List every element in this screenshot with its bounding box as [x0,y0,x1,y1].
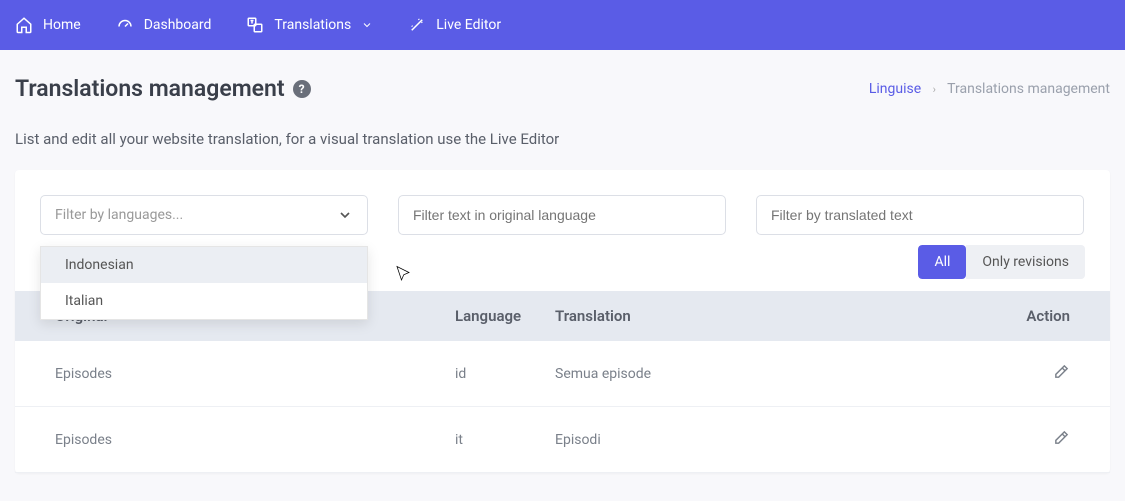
dropdown-item-indonesian[interactable]: Indonesian [41,247,367,283]
nav-home-label: Home [43,17,81,33]
toggle-only-revisions[interactable]: Only revisions [966,245,1085,279]
table-row: Episodes it Episodi [15,407,1110,473]
filter-card: Filter by languages... Indonesian Italia… [15,170,1110,473]
breadcrumb-link[interactable]: Linguise [869,81,921,97]
col-translation: Translation [555,291,975,341]
cell-original: Episodes [15,341,455,407]
edit-icon[interactable] [1053,429,1070,446]
help-icon[interactable]: ? [293,80,311,98]
breadcrumb-sep: › [933,83,936,96]
nav-dashboard[interactable]: Dashboard [116,16,212,34]
cell-original: Episodes [15,407,455,473]
col-language: Language [455,291,555,341]
language-filter-select[interactable]: Filter by languages... [40,195,368,235]
language-dropdown: Indonesian Italian [40,246,368,320]
translate-icon [246,16,264,34]
nav-translations[interactable]: Translations [246,16,373,34]
home-icon [15,16,33,34]
edit-icon[interactable] [1053,363,1070,380]
original-text-filter-input[interactable] [398,195,726,235]
language-filter-placeholder: Filter by languages... [55,207,183,223]
page-subtitle: List and edit all your website translati… [15,130,1110,148]
nav-live-editor-label: Live Editor [436,17,501,33]
gauge-icon [116,16,134,34]
top-navbar: Home Dashboard Translations Live Editor [0,0,1125,50]
nav-translations-label: Translations [274,17,351,33]
breadcrumb-current: Translations management [947,81,1110,97]
cell-language: it [455,407,555,473]
nav-home[interactable]: Home [15,16,81,34]
nav-live-editor[interactable]: Live Editor [408,16,501,34]
translated-text-filter-input[interactable] [756,195,1084,235]
page-title: Translations management [15,75,285,102]
revision-toggle: All Only revisions [918,245,1085,279]
col-action: Action [975,291,1110,341]
chevron-down-icon [361,19,373,31]
chevron-down-icon [337,207,353,223]
table-row: Episodes id Semua episode [15,341,1110,407]
dropdown-item-italian[interactable]: Italian [41,283,367,319]
cell-translation: Semua episode [555,341,975,407]
cell-translation: Episodi [555,407,975,473]
toggle-all[interactable]: All [918,245,966,279]
wand-icon [408,16,426,34]
cell-language: id [455,341,555,407]
breadcrumb: Linguise › Translations management [869,81,1110,97]
nav-dashboard-label: Dashboard [144,17,212,33]
